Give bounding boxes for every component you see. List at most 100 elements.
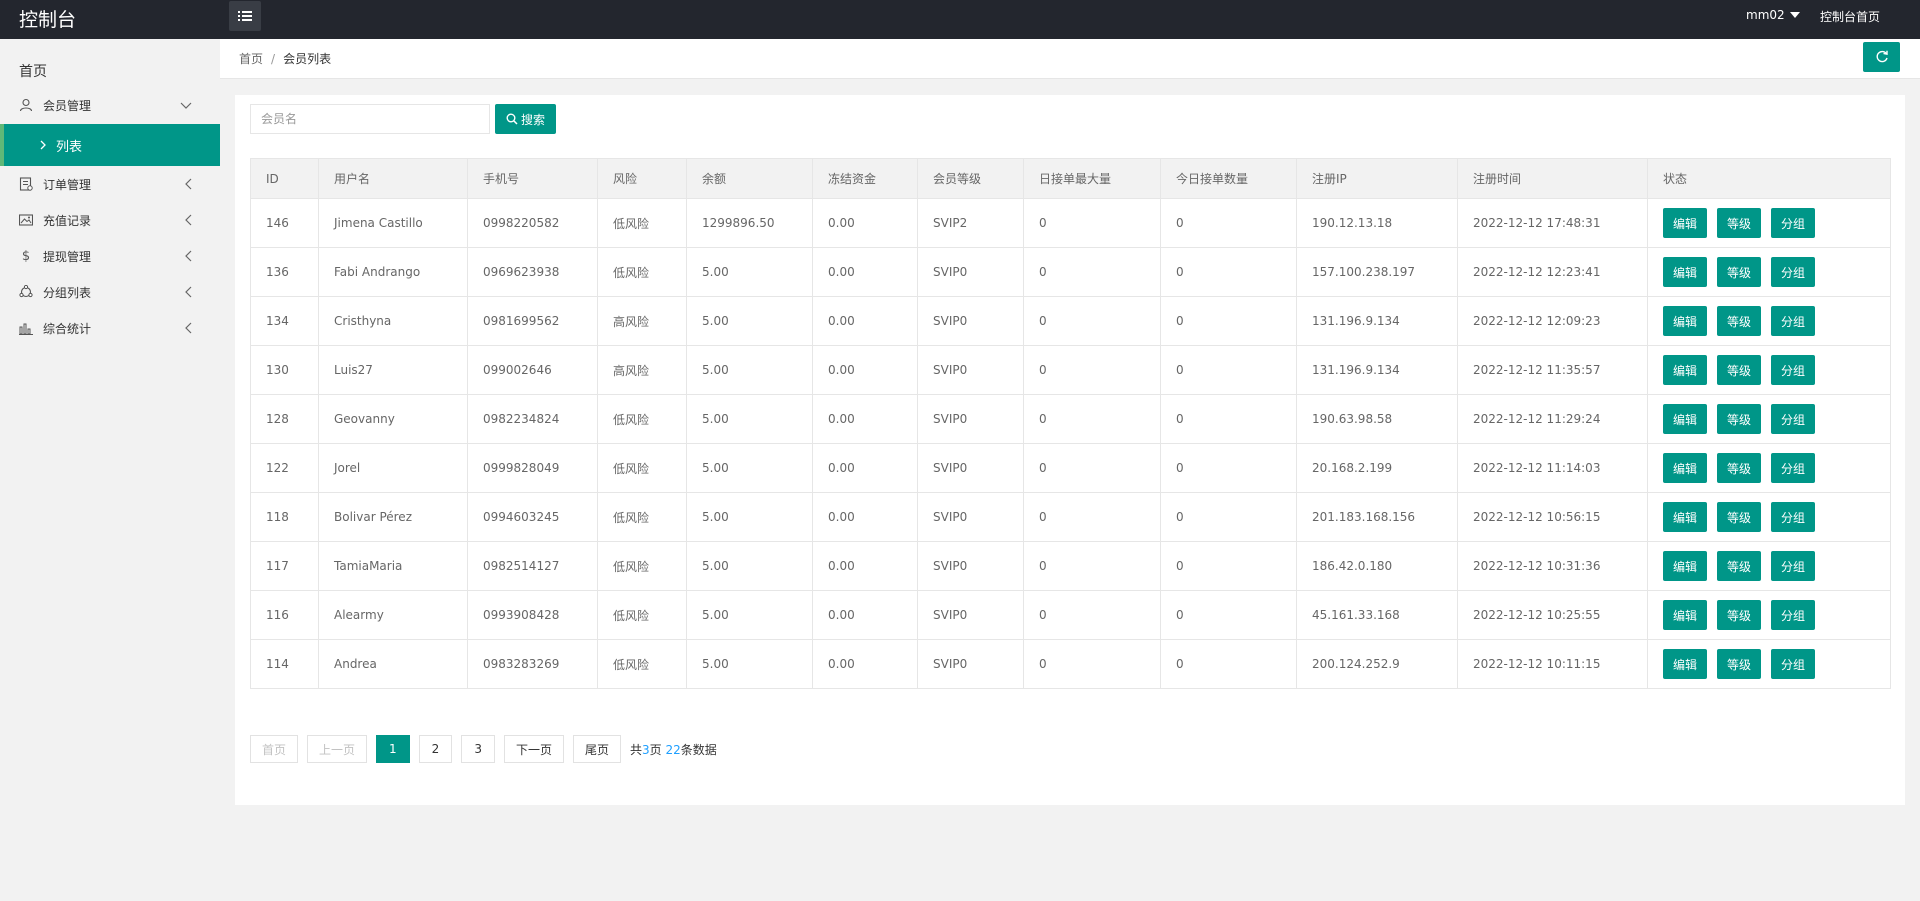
register-ip: 186.42.0.180 <box>1296 541 1458 591</box>
level-button[interactable]: 等级 <box>1717 257 1761 287</box>
sidebar-item-home[interactable]: 首页 <box>19 61 47 81</box>
member-phone: 0982514127 <box>467 541 598 591</box>
level-button[interactable]: 等级 <box>1717 355 1761 385</box>
chart-icon <box>19 321 33 335</box>
level-button[interactable]: 等级 <box>1717 208 1761 238</box>
today-orders: 0 <box>1160 345 1297 395</box>
daily-max-orders: 0 <box>1023 296 1161 346</box>
register-time: 2022-12-12 10:31:36 <box>1457 541 1648 591</box>
pagination-info-prefix: 共 <box>629 742 642 757</box>
breadcrumb: 首页 / 会员列表 <box>239 50 331 67</box>
search-button[interactable]: 搜索 <box>495 104 556 134</box>
edit-button[interactable]: 编辑 <box>1663 355 1707 385</box>
group-icon <box>19 285 33 299</box>
pagination-info: 共3页 22条数据 <box>630 741 717 758</box>
balance: 5.00 <box>686 590 813 640</box>
member-id: 136 <box>250 247 319 297</box>
table-row: 130 Luis27 099002646 高风险 5.00 0.00 SVIP0 0 0 131.… <box>250 345 1891 395</box>
risk-label: 高风险 <box>597 345 687 395</box>
member-username: Alearmy <box>318 590 468 640</box>
sidebar-item-withdraw-management[interactable]: $ 提现管理 <box>0 238 220 274</box>
refresh-button[interactable] <box>1863 42 1900 72</box>
sidebar-item-label: 提现管理 <box>43 249 92 264</box>
row-actions: 编辑 等级 分组 <box>1647 492 1891 542</box>
menu-icon <box>238 11 252 21</box>
risk-label: 低风险 <box>597 541 687 591</box>
daily-max-orders: 0 <box>1023 198 1161 248</box>
edit-button[interactable]: 编辑 <box>1663 306 1707 336</box>
member-level: SVIP0 <box>917 639 1024 689</box>
level-button[interactable]: 等级 <box>1717 306 1761 336</box>
member-id: 134 <box>250 296 319 346</box>
sidebar-item-group-list[interactable]: 分组列表 <box>0 274 220 310</box>
group-button[interactable]: 分组 <box>1771 502 1815 532</box>
level-button[interactable]: 等级 <box>1717 551 1761 581</box>
column-header: 今日接单数量 <box>1160 158 1297 199</box>
group-button[interactable]: 分组 <box>1771 453 1815 483</box>
group-button[interactable]: 分组 <box>1771 551 1815 581</box>
edit-button[interactable]: 编辑 <box>1663 502 1707 532</box>
edit-button[interactable]: 编辑 <box>1663 208 1707 238</box>
breadcrumb-home[interactable]: 首页 <box>239 52 263 66</box>
table-row: 122 Jorel 0999828049 低风险 5.00 0.00 SVIP0 0 0 20.1… <box>250 443 1891 493</box>
member-id: 146 <box>250 198 319 248</box>
dollar-icon: $ <box>21 248 31 264</box>
sidebar-item-member-management[interactable]: 会员管理 <box>0 87 220 123</box>
edit-button[interactable]: 编辑 <box>1663 453 1707 483</box>
chevron-down-icon <box>180 99 192 113</box>
edit-button[interactable]: 编辑 <box>1663 404 1707 434</box>
daily-max-orders: 0 <box>1023 541 1161 591</box>
first-page-button[interactable]: 首页 <box>250 735 299 763</box>
column-header: 注册IP <box>1296 158 1458 199</box>
level-button[interactable]: 等级 <box>1717 404 1761 434</box>
group-button[interactable]: 分组 <box>1771 600 1815 630</box>
page-button-3[interactable]: 3 <box>461 735 495 763</box>
console-home-link[interactable]: 控制台首页 <box>1820 8 1880 25</box>
edit-button[interactable]: 编辑 <box>1663 257 1707 287</box>
member-id: 114 <box>250 639 319 689</box>
member-name-search-input[interactable] <box>250 104 490 134</box>
frozen-funds: 0.00 <box>812 296 918 346</box>
level-button[interactable]: 等级 <box>1717 600 1761 630</box>
menu-toggle-button[interactable] <box>229 1 261 31</box>
chevron-left-icon <box>184 286 192 301</box>
risk-label: 低风险 <box>597 492 687 542</box>
table-header-row: ID 用户名 手机号 风险 余额 冻结资金 会员等级 日接单最大量 今日接单数量… <box>250 158 1891 199</box>
balance: 5.00 <box>686 443 813 493</box>
group-button[interactable]: 分组 <box>1771 355 1815 385</box>
sidebar-item-statistics[interactable]: 综合统计 <box>0 310 220 346</box>
risk-label: 低风险 <box>597 198 687 248</box>
group-button[interactable]: 分组 <box>1771 208 1815 238</box>
page-button-1[interactable]: 1 <box>376 735 410 763</box>
table-row: 118 Bolivar Pérez 0994603245 低风险 5.00 0.00 SVI… <box>250 492 1891 542</box>
member-phone: 0994603245 <box>467 492 598 542</box>
page-button-2[interactable]: 2 <box>418 735 453 763</box>
sidebar-item-order-management[interactable]: 订单管理 <box>0 166 220 202</box>
sidebar-item-list[interactable]: 列表 <box>0 124 220 166</box>
table-row: 134 Cristhyna 0981699562 高风险 5.00 0.00 SVIP0 0 0… <box>250 296 1891 346</box>
table-body: 146 Jimena Castillo 0998220582 低风险 1299896.5… <box>250 198 1891 689</box>
edit-button[interactable]: 编辑 <box>1663 551 1707 581</box>
next-page-button[interactable]: 下一页 <box>503 735 564 763</box>
member-level: SVIP0 <box>917 247 1024 297</box>
edit-button[interactable]: 编辑 <box>1663 600 1707 630</box>
row-actions: 编辑 等级 分组 <box>1647 541 1891 591</box>
group-button[interactable]: 分组 <box>1771 404 1815 434</box>
member-phone: 0993908428 <box>467 590 598 640</box>
table-row: 128 Geovanny 0982234824 低风险 5.00 0.00 SVIP0 0 0 1… <box>250 394 1891 444</box>
last-page-button[interactable]: 尾页 <box>572 735 621 763</box>
level-button[interactable]: 等级 <box>1717 502 1761 532</box>
member-level: SVIP0 <box>917 345 1024 395</box>
group-button[interactable]: 分组 <box>1771 306 1815 336</box>
group-button[interactable]: 分组 <box>1771 649 1815 679</box>
level-button[interactable]: 等级 <box>1717 649 1761 679</box>
edit-button[interactable]: 编辑 <box>1663 649 1707 679</box>
level-button[interactable]: 等级 <box>1717 453 1761 483</box>
register-time: 2022-12-12 11:14:03 <box>1457 443 1648 493</box>
group-button[interactable]: 分组 <box>1771 257 1815 287</box>
sidebar-item-label: 分组列表 <box>43 285 92 300</box>
sidebar-item-recharge-records[interactable]: 充值记录 <box>0 202 220 238</box>
prev-page-button[interactable]: 上一页 <box>307 735 368 763</box>
user-menu[interactable]: mm02 <box>1746 8 1800 22</box>
balance: 5.00 <box>686 345 813 395</box>
